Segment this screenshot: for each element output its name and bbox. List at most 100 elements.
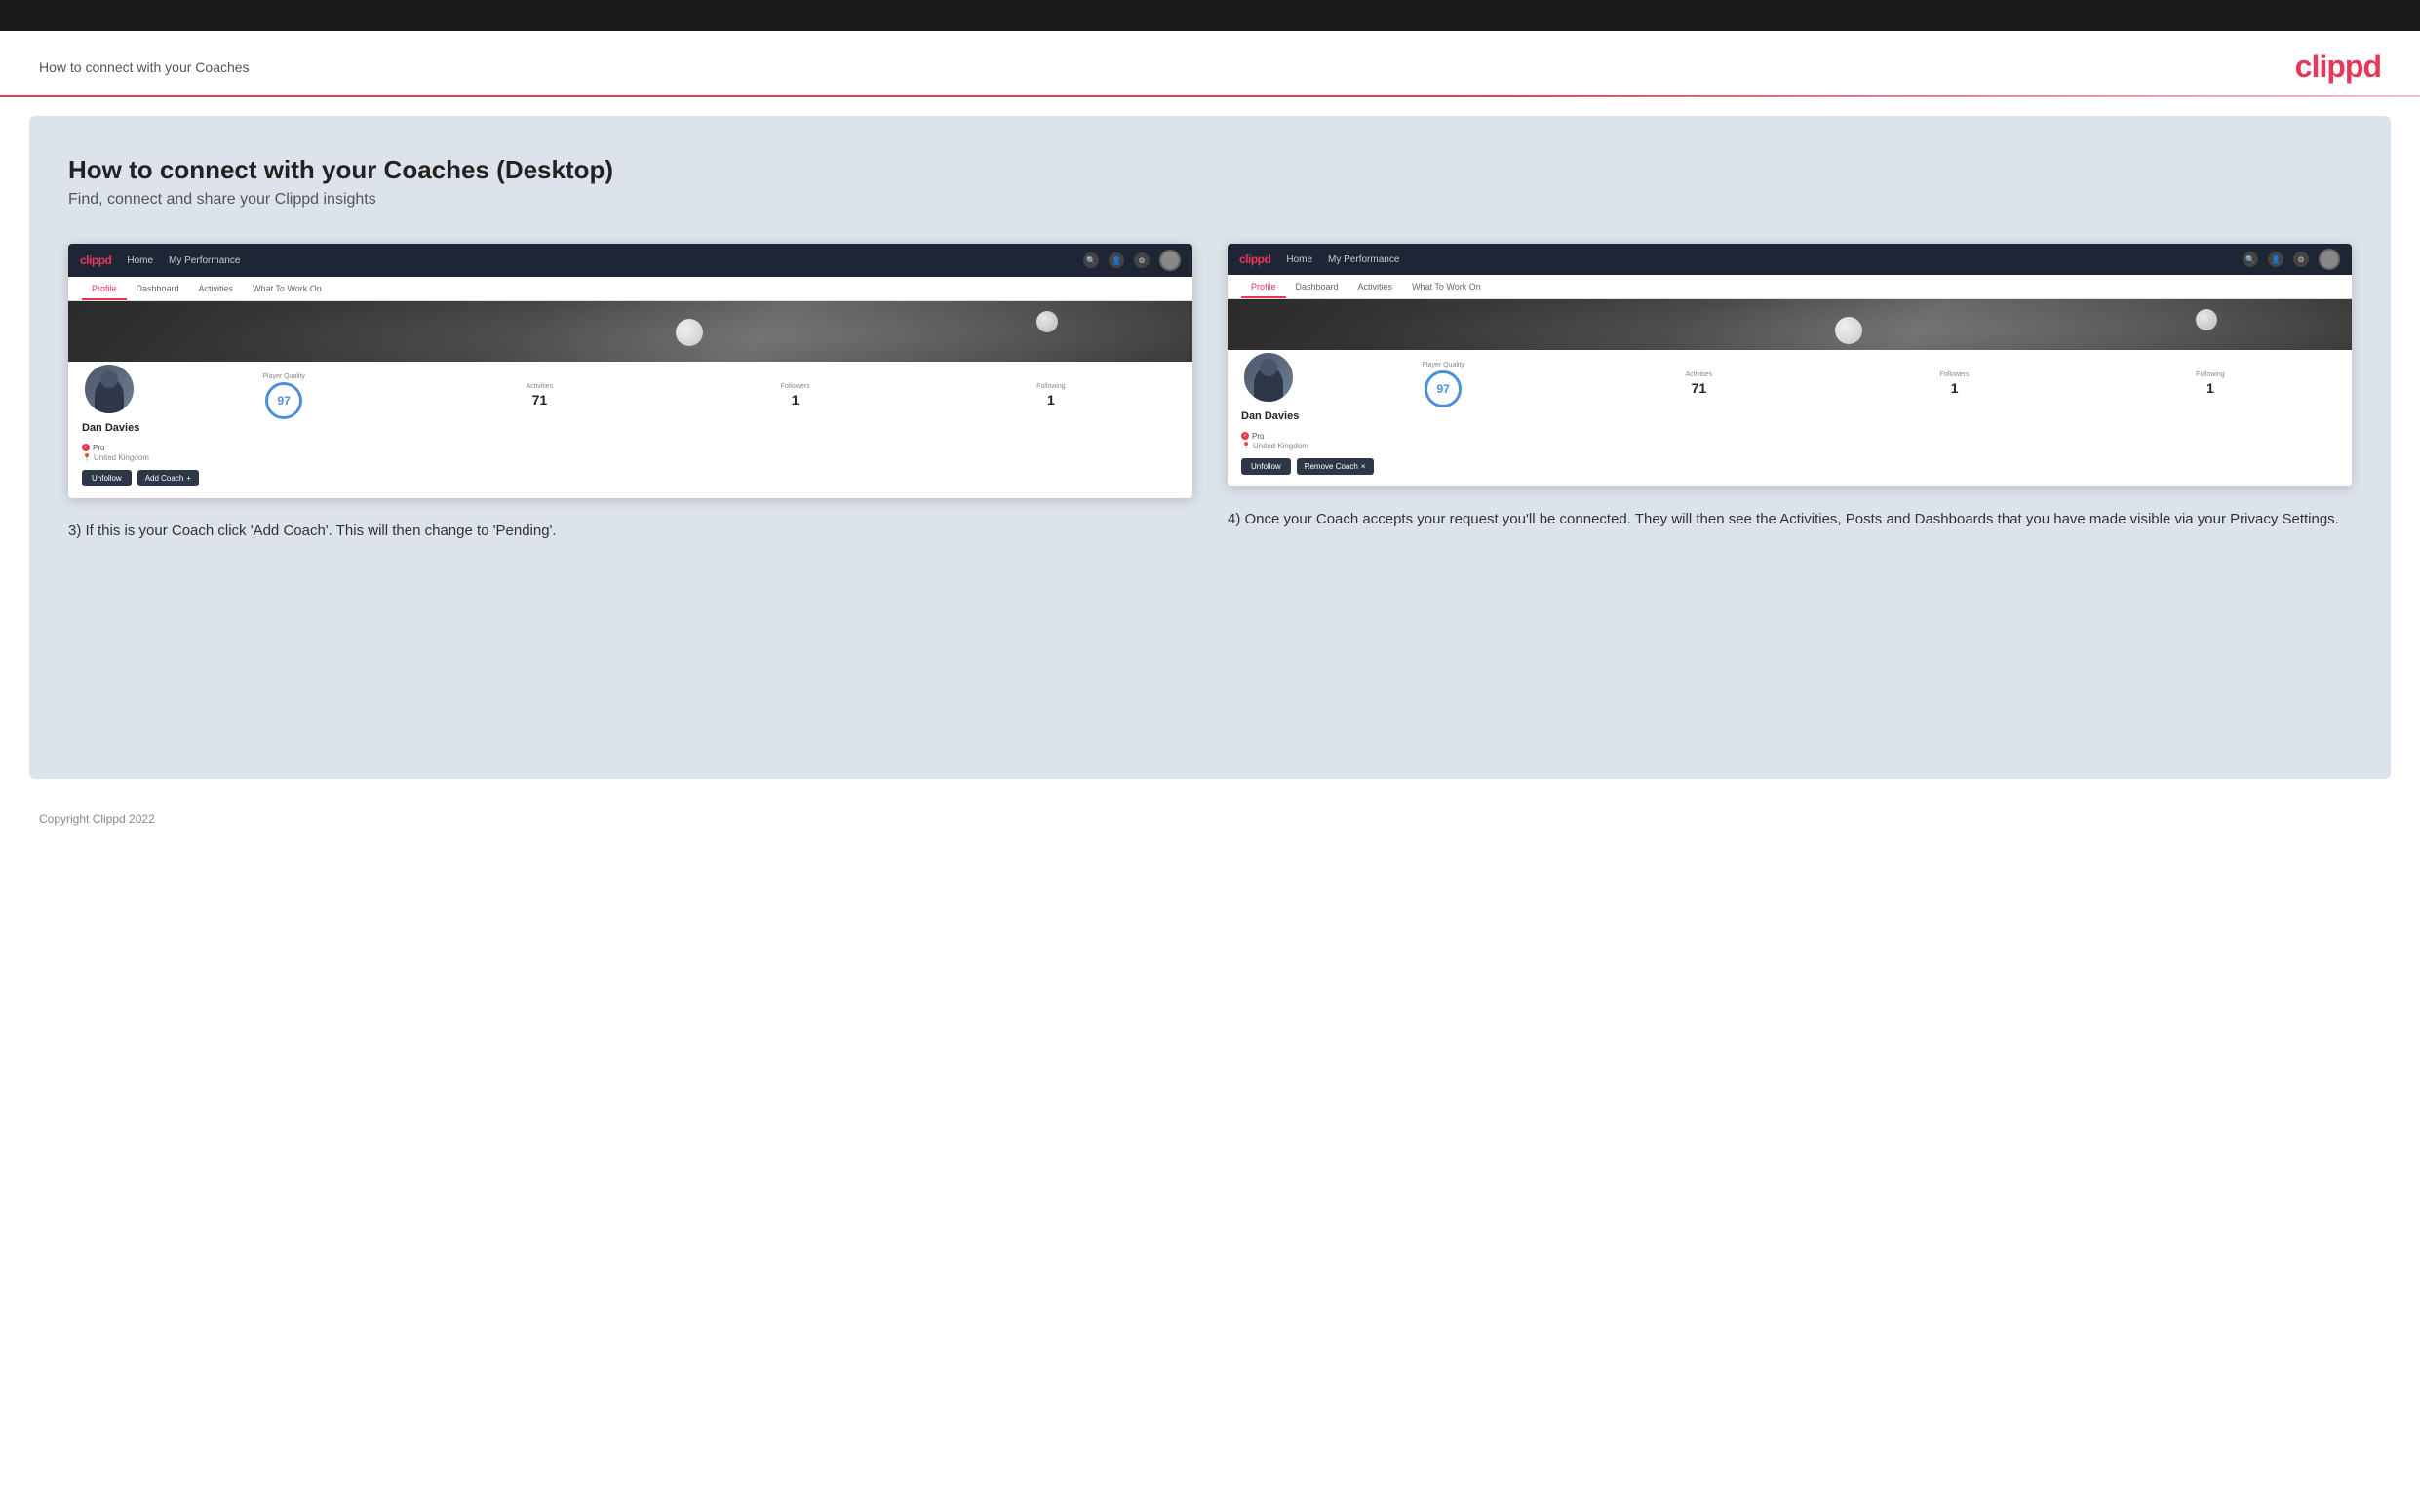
- stat-following-value-left: 1: [1047, 392, 1055, 407]
- tab-whattoworkon-left[interactable]: What To Work On: [243, 277, 332, 300]
- stat-quality-left: Player Quality 97: [156, 373, 411, 419]
- plus-icon-left: +: [186, 474, 191, 483]
- ss-nav-icons-left: 🔍 👤 ⚙: [1083, 250, 1181, 271]
- tab-dashboard-left[interactable]: Dashboard: [127, 277, 189, 300]
- ss-logo-right: clippd: [1239, 252, 1270, 266]
- tab-profile-left[interactable]: Profile: [82, 277, 127, 300]
- ss-tabs-left: Profile Dashboard Activities What To Wor…: [68, 277, 1192, 301]
- stat-quality-label-left: Player Quality: [156, 373, 411, 380]
- stat-following-left: Following 1: [923, 383, 1179, 409]
- panel-right-description: 4) Once your Coach accepts your request …: [1228, 508, 2352, 531]
- golf-ball-2-left: [1036, 311, 1058, 332]
- search-icon-left[interactable]: 🔍: [1083, 252, 1099, 268]
- stat-following-label-left: Following: [923, 383, 1179, 390]
- stat-followers-value-right: 1: [1951, 380, 1959, 396]
- top-bar: [0, 0, 2420, 31]
- avatar-icon-right[interactable]: [2319, 249, 2340, 270]
- user-icon-left[interactable]: 👤: [1109, 252, 1124, 268]
- tab-activities-left[interactable]: Activities: [189, 277, 244, 300]
- avatar-wrap-right: [1241, 350, 1296, 405]
- stat-followers-label-left: Followers: [668, 383, 923, 390]
- stat-followers-left: Followers 1: [668, 383, 923, 409]
- quality-value-right: 97: [1436, 382, 1449, 396]
- stat-activities-label-left: Activities: [411, 383, 667, 390]
- quality-ring-right: 97: [1425, 370, 1462, 407]
- ss-nav-performance-left[interactable]: My Performance: [169, 255, 240, 266]
- header-divider: [0, 95, 2420, 97]
- ss-location-right: 📍 United Kingdom: [1241, 442, 2338, 450]
- tab-activities-right[interactable]: Activities: [1348, 275, 1403, 298]
- stat-following-right: Following 1: [2083, 371, 2338, 398]
- pin-icon-right: 📍: [1241, 442, 1251, 450]
- stat-activities-label-right: Activities: [1571, 371, 1826, 378]
- avatar-wrap-left: [82, 362, 137, 416]
- add-coach-button-left[interactable]: Add Coach +: [137, 470, 199, 486]
- ss-stats-left: Player Quality 97 Activities 71 Follower…: [156, 373, 1179, 419]
- clippd-logo: clippd: [2295, 49, 2381, 85]
- settings-icon-left[interactable]: ⚙: [1134, 252, 1150, 268]
- unfollow-button-right[interactable]: Unfollow: [1241, 458, 1291, 475]
- stat-followers-right: Followers 1: [1827, 371, 2083, 398]
- avatar-person-right: [1254, 367, 1283, 402]
- ss-name-right: Dan Davies: [1241, 410, 2338, 422]
- golf-ball-2-right: [2196, 309, 2217, 330]
- page-subheading: Find, connect and share your Clippd insi…: [68, 191, 2352, 209]
- pin-icon-left: 📍: [82, 453, 92, 462]
- verified-icon-left: ✓: [82, 444, 90, 451]
- ss-profile-right: Player Quality 97 Activities 71 Follower…: [1228, 350, 2352, 486]
- settings-icon-right[interactable]: ⚙: [2293, 252, 2309, 267]
- avatar-icon-left[interactable]: [1159, 250, 1181, 271]
- ss-profile-left: Player Quality 97 Activities 71 Follower…: [68, 362, 1192, 498]
- ss-nav-home-right[interactable]: Home: [1286, 254, 1312, 265]
- avatar-left: [82, 362, 137, 416]
- page-heading: How to connect with your Coaches (Deskto…: [68, 155, 2352, 185]
- ss-role-right: Pro: [1252, 432, 1264, 441]
- quality-ring-left: 97: [265, 382, 302, 419]
- ss-name-left: Dan Davies: [82, 422, 1179, 434]
- ss-tabs-right: Profile Dashboard Activities What To Wor…: [1228, 275, 2352, 299]
- footer: Copyright Clippd 2022: [0, 798, 2420, 839]
- ss-actions-left: Unfollow Add Coach +: [82, 470, 1179, 486]
- close-icon-right: ×: [1361, 462, 1366, 471]
- tab-dashboard-right[interactable]: Dashboard: [1286, 275, 1348, 298]
- panel-left: clippd Home My Performance 🔍 👤 ⚙ Profile…: [68, 244, 1192, 543]
- main-content: How to connect with your Coaches (Deskto…: [29, 116, 2391, 779]
- stat-activities-value-left: 71: [532, 392, 548, 407]
- ss-logo-left: clippd: [80, 253, 111, 267]
- stat-activities-left: Activities 71: [411, 383, 667, 409]
- tab-profile-right[interactable]: Profile: [1241, 275, 1286, 298]
- ss-nav-left: clippd Home My Performance 🔍 👤 ⚙: [68, 244, 1192, 277]
- stat-following-value-right: 1: [2206, 380, 2214, 396]
- ss-badge-left: ✓ Pro: [82, 444, 104, 452]
- tab-whattoworkon-right[interactable]: What To Work On: [1402, 275, 1491, 298]
- ss-nav-performance-right[interactable]: My Performance: [1328, 254, 1399, 265]
- user-icon-right[interactable]: 👤: [2268, 252, 2283, 267]
- ss-nav-right: clippd Home My Performance 🔍 👤 ⚙: [1228, 244, 2352, 275]
- ss-badge-right: ✓ Pro: [1241, 432, 1264, 441]
- panel-left-description: 3) If this is your Coach click 'Add Coac…: [68, 520, 1192, 543]
- stat-activities-value-right: 71: [1692, 380, 1707, 396]
- copyright-text: Copyright Clippd 2022: [39, 812, 155, 826]
- search-icon-right[interactable]: 🔍: [2243, 252, 2258, 267]
- ss-nav-home-left[interactable]: Home: [127, 255, 153, 266]
- golf-ball-right: [1835, 317, 1862, 344]
- ss-location-text-right: United Kingdom: [1253, 442, 1308, 450]
- avatar-person-left: [95, 378, 124, 413]
- header-title: How to connect with your Coaches: [39, 59, 250, 75]
- stat-activities-right: Activities 71: [1571, 371, 1826, 398]
- ss-stats-right: Player Quality 97 Activities 71 Follower…: [1315, 362, 2338, 407]
- stat-followers-value-left: 1: [792, 392, 800, 407]
- unfollow-button-left[interactable]: Unfollow: [82, 470, 132, 486]
- screenshot-left: clippd Home My Performance 🔍 👤 ⚙ Profile…: [68, 244, 1192, 498]
- ss-location-left: 📍 United Kingdom: [82, 453, 1179, 462]
- ss-nav-icons-right: 🔍 👤 ⚙: [2243, 249, 2340, 270]
- remove-coach-button-right[interactable]: Remove Coach ×: [1297, 458, 1374, 475]
- stat-quality-right: Player Quality 97: [1315, 362, 1571, 407]
- quality-value-left: 97: [277, 394, 290, 407]
- golf-ball-left: [676, 319, 703, 346]
- stat-following-label-right: Following: [2083, 371, 2338, 378]
- panel-right: clippd Home My Performance 🔍 👤 ⚙ Profile…: [1228, 244, 2352, 531]
- stat-followers-label-right: Followers: [1827, 371, 2083, 378]
- ss-role-left: Pro: [93, 444, 104, 452]
- ss-actions-right: Unfollow Remove Coach ×: [1241, 458, 2338, 475]
